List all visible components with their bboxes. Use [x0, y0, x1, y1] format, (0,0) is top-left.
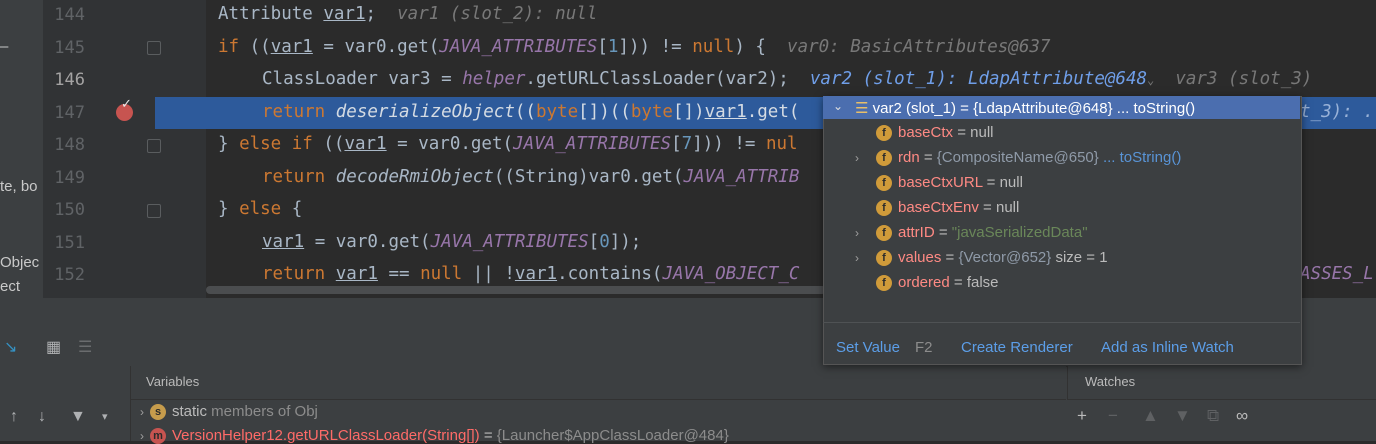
- expand-chevron-icon[interactable]: ›: [855, 226, 859, 240]
- code-line-145: if ((var1 = var0.get(JAVA_ATTRIBUTES[1])…: [218, 37, 1051, 57]
- arrow-down-icon[interactable]: ↓: [38, 408, 46, 426]
- popup-field-basectxenv[interactable]: f baseCtxEnv = null: [876, 199, 1019, 217]
- create-renderer-link[interactable]: Create Renderer: [961, 339, 1073, 356]
- field-badge-icon: f: [876, 225, 892, 242]
- code-line-146: ClassLoader var3 = helper.getURLClassLoa…: [262, 69, 1313, 89]
- restore-layout-icon[interactable]: ☰: [78, 337, 92, 357]
- arrow-up-icon[interactable]: ↑: [10, 408, 18, 426]
- line-number: 146: [54, 70, 85, 90]
- variables-header: [131, 366, 1066, 400]
- field-badge-icon: f: [876, 175, 892, 192]
- variable-row-static[interactable]: › s static members of Obj: [140, 403, 318, 421]
- popup-field-ordered[interactable]: f ordered = false: [876, 274, 999, 292]
- collapse-chevron-icon[interactable]: ⌄: [833, 99, 843, 113]
- line-number: 151: [54, 233, 85, 253]
- code-line-152-tail: ASSES_L: [1300, 264, 1374, 284]
- expand-chevron-icon[interactable]: ›: [140, 405, 144, 419]
- popup-field-rdn[interactable]: f rdn = {CompositeName@650} ... toString(…: [876, 149, 1181, 167]
- filter-icon[interactable]: ▼: [70, 408, 86, 426]
- field-badge-icon: f: [876, 150, 892, 167]
- line-number: 152: [54, 265, 85, 285]
- collapse-icon[interactable]: ‒: [0, 38, 8, 55]
- code-line-151: var1 = var0.get(JAVA_ATTRIBUTES[0]);: [262, 232, 642, 252]
- code-line-148: } else if ((var1 = var0.get(JAVA_ATTRIBU…: [218, 134, 798, 154]
- popup-field-values[interactable]: f values = {Vector@652} size = 1: [876, 249, 1108, 267]
- frames-toolbar: [0, 366, 131, 441]
- fold-icon[interactable]: [147, 139, 161, 153]
- left-fragment-3: ect: [0, 278, 21, 295]
- variable-row-classloader[interactable]: › m VersionHelper12.getURLClassLoader(Stri…: [140, 427, 729, 444]
- horizontal-scrollbar[interactable]: [206, 286, 826, 294]
- set-value-link[interactable]: Set Value: [836, 339, 900, 356]
- line-number: 144: [54, 5, 85, 25]
- code-line-152: return var1 == null || !var1.contains(JA…: [262, 264, 800, 284]
- line-number: 149: [54, 168, 85, 188]
- table-icon[interactable]: ▦: [46, 337, 61, 357]
- left-fragment-1: te, bo: [0, 178, 38, 195]
- line-number: 150: [54, 200, 85, 220]
- code-line-147: return deserializeObject((byte[])((byte[…: [262, 102, 800, 122]
- code-line-144: Attribute var1; var1 (slot_2): null: [218, 4, 598, 24]
- variables-title: Variables: [146, 374, 200, 389]
- code-line-150: } else {: [218, 199, 303, 219]
- line-number: 145: [54, 38, 85, 58]
- popup-divider: [823, 322, 1300, 323]
- add-inline-watch-link[interactable]: Add as Inline Watch: [1101, 339, 1234, 356]
- method-badge-icon: m: [150, 428, 166, 444]
- field-badge-icon: f: [876, 275, 892, 292]
- watches-title: Watches: [1085, 374, 1136, 389]
- add-watch-icon[interactable]: +: [1077, 406, 1087, 426]
- chevron-down-icon[interactable]: ▾: [102, 410, 108, 423]
- expand-chevron-icon[interactable]: ›: [855, 251, 859, 265]
- copy-icon[interactable]: ⧉: [1207, 406, 1219, 426]
- popup-field-attrid[interactable]: f attrID = "javaSerializedData": [876, 224, 1088, 242]
- field-badge-icon: f: [876, 125, 892, 142]
- step-into-icon[interactable]: ↘: [4, 337, 17, 357]
- field-badge-icon: f: [876, 250, 892, 267]
- fold-icon[interactable]: [147, 204, 161, 218]
- move-down-icon[interactable]: ▼: [1174, 406, 1191, 426]
- list-icon: ☰: [855, 100, 869, 117]
- line-number: 147: [54, 103, 85, 123]
- left-fragment-2: Objec: [0, 254, 40, 271]
- field-badge-icon: f: [876, 200, 892, 217]
- popup-root-row[interactable]: ☰ var2 (slot_1) = {LdapAttribute@648} ..…: [855, 99, 1195, 117]
- breakpoint-check-icon: ✓: [121, 96, 132, 111]
- move-up-icon[interactable]: ▲: [1142, 406, 1159, 426]
- static-badge-icon: s: [150, 404, 166, 421]
- line-number: 148: [54, 135, 85, 155]
- remove-watch-icon[interactable]: −: [1108, 406, 1118, 426]
- popup-field-basectx[interactable]: f baseCtx = null: [876, 124, 994, 142]
- code-line-149: return decodeRmiObject((String)var0.get(…: [262, 167, 800, 187]
- glasses-icon[interactable]: ∞: [1236, 406, 1248, 426]
- left-panel-edge: ‒ te, bo Objec ect: [0, 0, 43, 298]
- set-value-shortcut: F2: [915, 339, 933, 356]
- popup-field-basectxurl[interactable]: f baseCtxURL = null: [876, 174, 1023, 192]
- expand-chevron-icon[interactable]: ›: [855, 151, 859, 165]
- fold-icon[interactable]: [147, 41, 161, 55]
- inline-value-var3: t_3): ...: [1300, 102, 1376, 122]
